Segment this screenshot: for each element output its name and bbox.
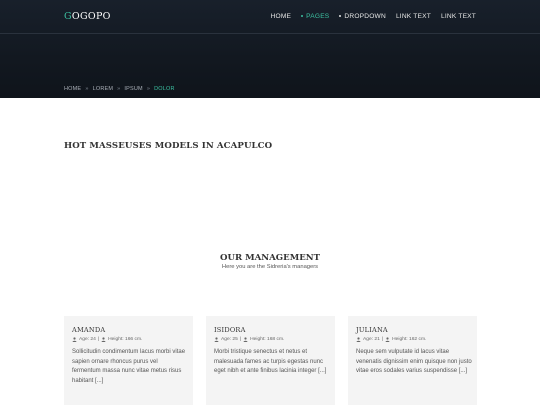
person-icon <box>356 337 361 342</box>
nav-item-pages[interactable]: PAGES <box>301 13 329 20</box>
dropdown-dot-icon <box>301 15 304 18</box>
breadcrumb-ipsum[interactable]: IPSUM <box>124 86 142 92</box>
breadcrumb: HOME » LOREM » IPSUM » DOLOR <box>64 86 175 92</box>
breadcrumb-separator: » <box>85 86 89 92</box>
person-icon <box>214 337 219 342</box>
nav-item-label: DROPDOWN <box>344 13 386 20</box>
manager-bio: Neque sem vulputate id lacus vitae venen… <box>356 349 472 374</box>
manager-card[interactable]: ISIDORA Age: 25 | Height: 168 cm. Morbi … <box>206 316 335 405</box>
meta-separator: | <box>97 337 100 342</box>
site-logo[interactable]: GOGOPO <box>64 11 111 22</box>
nav-item-link-text-1[interactable]: LINK TEXT <box>396 13 431 20</box>
manager-height: Height: 168 cm. <box>250 337 285 342</box>
manager-meta: Age: 24 | Height: 166 cm. <box>72 337 185 342</box>
manager-age: Age: 24 <box>79 337 96 342</box>
manager-bio: Sollicitudin condimentum lacus morbi vit… <box>72 349 186 384</box>
meta-separator: | <box>239 337 242 342</box>
breadcrumb-separator: » <box>146 86 151 92</box>
section-subheading: Here you are the Sidreria's managers <box>221 264 319 270</box>
breadcrumb-lorem[interactable]: LOREM <box>93 86 114 92</box>
breadcrumb-current: DOLOR <box>154 86 175 92</box>
manager-height: Height: 162 cm. <box>392 337 427 342</box>
hero-banner: GOGOPO HOME PAGES DROPDOWN LINK TEXT LIN… <box>0 0 540 98</box>
manager-card[interactable]: AMANDA Age: 24 | Height: 166 cm. Sollici… <box>64 316 193 405</box>
manager-name[interactable]: ISIDORA <box>214 326 327 334</box>
manager-age: Age: 25 <box>221 337 238 342</box>
main-nav: HOME PAGES DROPDOWN LINK TEXT LINK TEXT <box>271 13 476 20</box>
manager-cards: AMANDA Age: 24 | Height: 166 cm. Sollici… <box>64 316 477 405</box>
section-heading: OUR MANAGEMENT <box>219 253 321 263</box>
person-icon <box>243 337 248 342</box>
manager-age: Age: 21 <box>363 337 380 342</box>
breadcrumb-separator: » <box>117 86 121 92</box>
meta-separator: | <box>381 337 384 342</box>
nav-item-link-text-2[interactable]: LINK TEXT <box>441 13 476 20</box>
manager-height: Height: 166 cm. <box>108 337 143 342</box>
navbar: GOGOPO HOME PAGES DROPDOWN LINK TEXT LIN… <box>0 0 540 34</box>
nav-item-label: PAGES <box>306 13 330 20</box>
manager-name[interactable]: JULIANA <box>356 326 469 334</box>
manager-card[interactable]: JULIANA Age: 21 | Height: 162 cm. Neque … <box>348 316 477 405</box>
person-icon <box>72 337 77 342</box>
logo-initial: G <box>64 11 72 22</box>
manager-name[interactable]: AMANDA <box>72 326 185 334</box>
manager-meta: Age: 21 | Height: 162 cm. <box>356 337 469 342</box>
logo-text: OGOPO <box>71 11 111 22</box>
manager-bio: Morbi tristique senectus et netus et mal… <box>214 349 327 374</box>
dropdown-dot-icon <box>339 15 342 18</box>
nav-item-home[interactable]: HOME <box>271 13 292 20</box>
person-icon <box>101 337 106 342</box>
manager-meta: Age: 25 | Height: 168 cm. <box>214 337 327 342</box>
nav-item-dropdown[interactable]: DROPDOWN <box>339 13 386 20</box>
nav-divider <box>0 33 540 34</box>
breadcrumb-home[interactable]: HOME <box>64 86 81 92</box>
page-title: HOT MASSEUSES MODELS IN ACAPULCO <box>64 141 273 151</box>
person-icon <box>385 337 390 342</box>
